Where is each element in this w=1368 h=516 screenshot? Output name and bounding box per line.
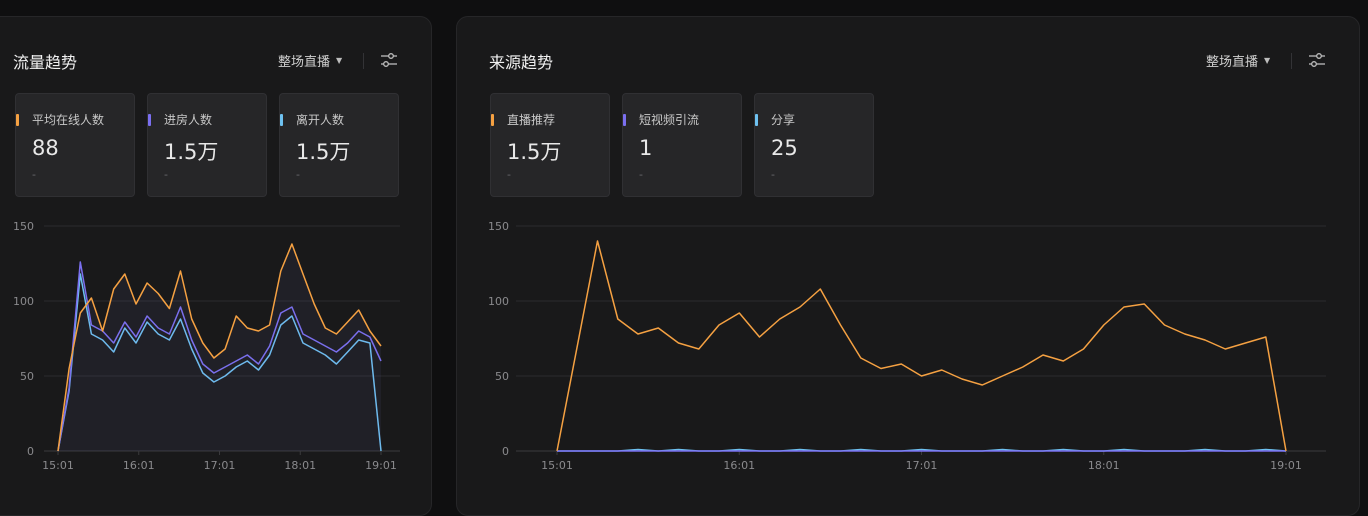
y-tick-label: 0 <box>502 445 509 458</box>
series-line-0 <box>556 240 1287 452</box>
y-tick-label: 150 <box>488 220 509 233</box>
x-tick-label: 19:01 <box>1270 459 1302 472</box>
x-tick-label: 15:01 <box>541 459 573 472</box>
x-tick-label: 18:01 <box>1088 459 1120 472</box>
y-tick-label: 100 <box>488 295 509 308</box>
y-tick-label: 50 <box>495 370 509 383</box>
source-trend-chart: 0 50 100 150 15:01 16:01 17:01 18:01 19:01 <box>488 220 1326 472</box>
x-tick-label: 17:01 <box>906 459 938 472</box>
x-tick-label: 16:01 <box>723 459 755 472</box>
